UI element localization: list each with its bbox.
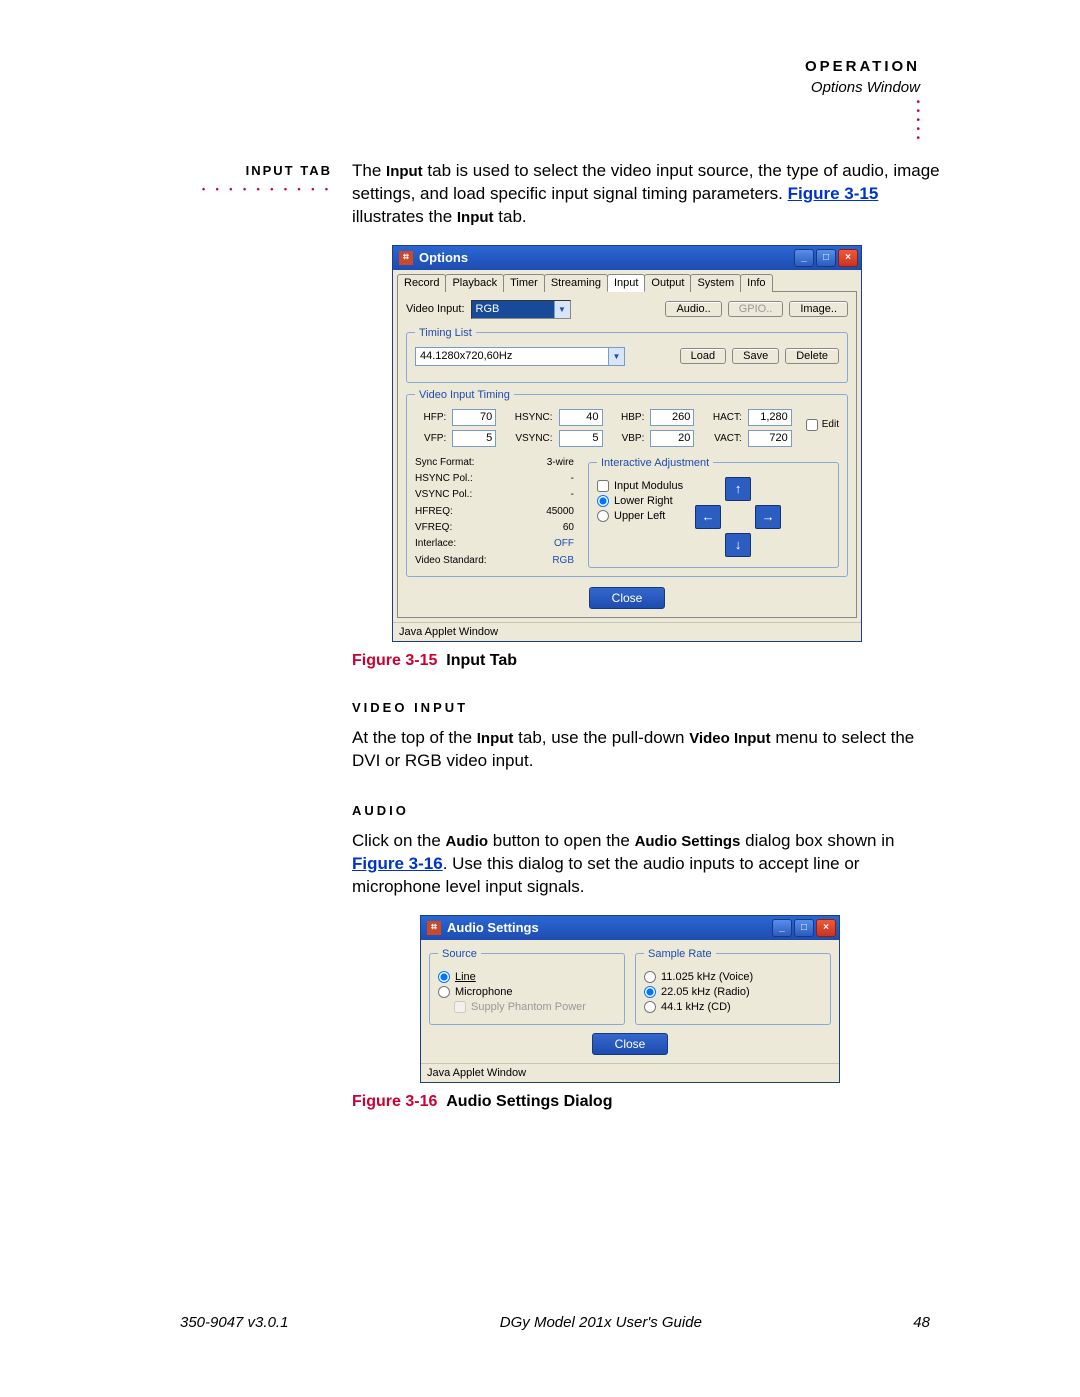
input-tab-label: INPUT TAB • • • • • • • • • •: [202, 162, 332, 195]
options-tabs: Record Playback Timer Streaming Input Ou…: [393, 270, 861, 292]
interactive-adjustment-group: Interactive Adjustment Input Modulus Low…: [588, 457, 839, 568]
page-footer: 350-9047 v3.0.1 DGy Model 201x User's Gu…: [0, 1314, 1080, 1331]
footer-center: DGy Model 201x User's Guide: [500, 1314, 702, 1331]
vact-input[interactable]: [748, 430, 792, 447]
rate-44100-radio[interactable]: 44.1 kHz (CD): [644, 1001, 822, 1013]
tab-playback[interactable]: Playback: [445, 274, 504, 292]
tab-input[interactable]: Input: [607, 274, 645, 292]
chevron-down-icon: ▼: [554, 301, 570, 318]
tab-info[interactable]: Info: [740, 274, 772, 292]
tab-timer[interactable]: Timer: [503, 274, 545, 292]
microphone-radio[interactable]: Microphone: [438, 986, 616, 998]
save-button[interactable]: Save: [732, 348, 779, 364]
close-button[interactable]: Close: [592, 1033, 669, 1055]
options-titlebar: ⌗ Options _ □ ×: [393, 246, 861, 270]
hsync-input[interactable]: [559, 409, 603, 426]
upper-left-radio[interactable]: Upper Left: [597, 510, 683, 522]
vfp-input[interactable]: [452, 430, 496, 447]
hact-input[interactable]: [748, 409, 792, 426]
timing-list-group: Timing List 44.1280x720,60Hz ▼ Load Save…: [406, 327, 848, 383]
options-title: Options: [419, 250, 468, 265]
hfp-input[interactable]: [452, 409, 496, 426]
status-bar: Java Applet Window: [393, 622, 861, 641]
audio-settings-dialog: ⌗ Audio Settings _ □ × Source Line Micro…: [420, 915, 840, 1083]
figure-3-15-caption: Figure 3-15 Input Tab: [352, 652, 942, 670]
arrow-up-button[interactable]: ↑: [725, 477, 751, 501]
load-button[interactable]: Load: [680, 348, 726, 364]
tab-record[interactable]: Record: [397, 274, 446, 292]
chapter-name: OPERATION: [805, 58, 920, 75]
line-radio[interactable]: Line: [438, 971, 616, 983]
audio-paragraph: Click on the Audio button to open the Au…: [352, 830, 942, 899]
audio-title: Audio Settings: [447, 920, 539, 935]
page-header: OPERATION Options Window •••••: [805, 58, 920, 143]
figure-3-16-caption: Figure 3-16 Audio Settings Dialog: [352, 1093, 942, 1111]
app-icon: ⌗: [427, 921, 441, 935]
hbp-input[interactable]: [650, 409, 694, 426]
close-window-button[interactable]: ×: [816, 919, 836, 937]
video-input-select[interactable]: RGB ▼: [471, 300, 571, 319]
vbp-input[interactable]: [650, 430, 694, 447]
input-tab-paragraph: INPUT TAB • • • • • • • • • • The Input …: [352, 160, 942, 229]
options-dialog: ⌗ Options _ □ × Record Playback Timer St…: [392, 245, 862, 642]
close-button[interactable]: Close: [589, 587, 666, 609]
delete-button[interactable]: Delete: [785, 348, 839, 364]
status-bar: Java Applet Window: [421, 1063, 839, 1082]
audio-heading: AUDIO: [352, 803, 942, 818]
arrow-right-button[interactable]: →: [755, 505, 781, 529]
figure-3-15-link[interactable]: Figure 3-15: [788, 184, 879, 203]
audio-button[interactable]: Audio..: [665, 301, 721, 317]
rate-11025-radio[interactable]: 11.025 kHz (Voice): [644, 971, 822, 983]
maximize-button[interactable]: □: [816, 249, 836, 267]
arrow-left-button[interactable]: ←: [695, 505, 721, 529]
tab-streaming[interactable]: Streaming: [544, 274, 608, 292]
tab-system[interactable]: System: [690, 274, 741, 292]
tab-output[interactable]: Output: [644, 274, 691, 292]
maximize-button[interactable]: □: [794, 919, 814, 937]
footer-page-number: 48: [913, 1314, 930, 1331]
gpio-button: GPIO..: [728, 301, 784, 317]
source-group: Source Line Microphone Supply Phantom Po…: [429, 948, 625, 1025]
arrow-down-button[interactable]: ↓: [725, 533, 751, 557]
input-modulus-checkbox[interactable]: Input Modulus: [597, 480, 683, 492]
video-input-heading: VIDEO INPUT: [352, 700, 942, 715]
timing-info: Sync Format:3-wire HSYNC Pol.:- VSYNC Po…: [415, 457, 574, 568]
footer-left: 350-9047 v3.0.1: [180, 1314, 288, 1331]
app-icon: ⌗: [399, 251, 413, 265]
section-name: Options Window: [805, 79, 920, 96]
image-button[interactable]: Image..: [789, 301, 848, 317]
close-window-button[interactable]: ×: [838, 249, 858, 267]
rate-22050-radio[interactable]: 22.05 kHz (Radio): [644, 986, 822, 998]
video-input-timing-group: Video Input Timing HFP: HSYNC: HBP: HACT…: [406, 389, 848, 577]
minimize-button[interactable]: _: [794, 249, 814, 267]
audio-titlebar: ⌗ Audio Settings _ □ ×: [421, 916, 839, 940]
decor-dots: •••••: [805, 98, 920, 143]
figure-3-16-link[interactable]: Figure 3-16: [352, 854, 443, 873]
timing-select[interactable]: 44.1280x720,60Hz ▼: [415, 347, 625, 366]
minimize-button[interactable]: _: [772, 919, 792, 937]
phantom-checkbox: Supply Phantom Power: [454, 1001, 616, 1013]
edit-checkbox[interactable]: Edit: [806, 419, 839, 431]
video-input-label: Video Input:: [406, 303, 465, 315]
sample-rate-group: Sample Rate 11.025 kHz (Voice) 22.05 kHz…: [635, 948, 831, 1025]
vsync-input[interactable]: [559, 430, 603, 447]
video-input-paragraph: At the top of the Input tab, use the pul…: [352, 727, 942, 773]
chevron-down-icon: ▼: [608, 348, 624, 365]
lower-right-radio[interactable]: Lower Right: [597, 495, 683, 507]
